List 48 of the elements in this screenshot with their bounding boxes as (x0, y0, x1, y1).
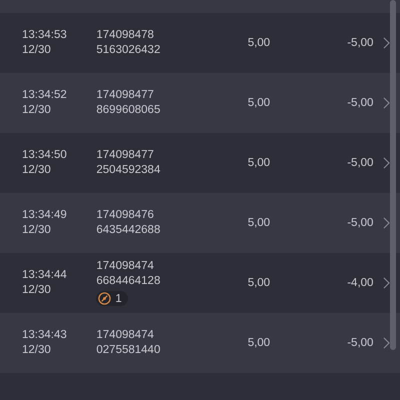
chevron-icon (383, 37, 390, 49)
amount-text: 5,00 (248, 36, 270, 48)
amount-text: 5,00 (248, 276, 270, 288)
time-text: 13:34:44 (22, 269, 68, 282)
date-text: 12/30 (22, 44, 52, 57)
net-text: -4,00 (347, 276, 374, 288)
date-text: 12/30 (22, 104, 52, 117)
net-text: -5,00 (347, 156, 374, 168)
id-text: 6435442688 (96, 224, 162, 237)
id-text: 2504592384 (96, 164, 162, 177)
net-text: -5,00 (347, 216, 374, 228)
amount-text: 5,00 (248, 336, 270, 348)
id-text: 174098474 (96, 329, 155, 342)
chevron-icon (383, 217, 390, 229)
id-text: 174098478 (96, 29, 155, 42)
time-text: 13:34:49 (22, 209, 68, 222)
list-row[interactable]: 13:34:53 12/30 174098478 5163026432 5,00 -5,00 (0, 13, 400, 73)
date-text: 12/30 (22, 224, 52, 237)
id-text: 174098474 (96, 260, 155, 273)
net-text: -5,00 (347, 36, 374, 48)
id-text: 174098477 (96, 149, 155, 162)
chevron-icon (383, 97, 390, 109)
net-text: -5,00 (347, 336, 374, 348)
count-badge: 1 (96, 291, 128, 306)
compass-icon (98, 292, 112, 305)
time-text: 13:34:52 (22, 89, 68, 102)
id-text: 6684464128 (96, 275, 162, 288)
id-text: 174098477 (96, 89, 155, 102)
amount-text: 5,00 (248, 96, 270, 108)
amount-text: 5,00 (248, 216, 270, 228)
id-text: 8699608065 (96, 104, 162, 117)
date-text: 12/30 (22, 344, 52, 357)
list-row[interactable]: 13:34:44 12/30 174098474 6684464128 1 5,00 -4,00 (0, 253, 400, 313)
chevron-icon (383, 277, 390, 289)
chevron-icon (383, 337, 390, 349)
time-text: 13:34:50 (22, 149, 68, 162)
date-text: 12/30 (22, 284, 52, 297)
id-text: 174098476 (96, 209, 155, 222)
scrollbar[interactable] (390, 0, 396, 350)
id-text: 0275581440 (96, 344, 162, 357)
chevron-icon (383, 157, 390, 169)
amount-text: 5,00 (248, 156, 270, 168)
list-row[interactable]: 13:34:50 12/30 174098477 2504592384 5,00 -5,00 (0, 133, 400, 193)
net-text: -5,00 (347, 96, 374, 108)
id-text: 5163026432 (96, 44, 162, 57)
time-text: 13:34:53 (22, 29, 68, 42)
date-text: 12/30 (22, 164, 52, 177)
time-text: 13:34:43 (22, 329, 68, 342)
